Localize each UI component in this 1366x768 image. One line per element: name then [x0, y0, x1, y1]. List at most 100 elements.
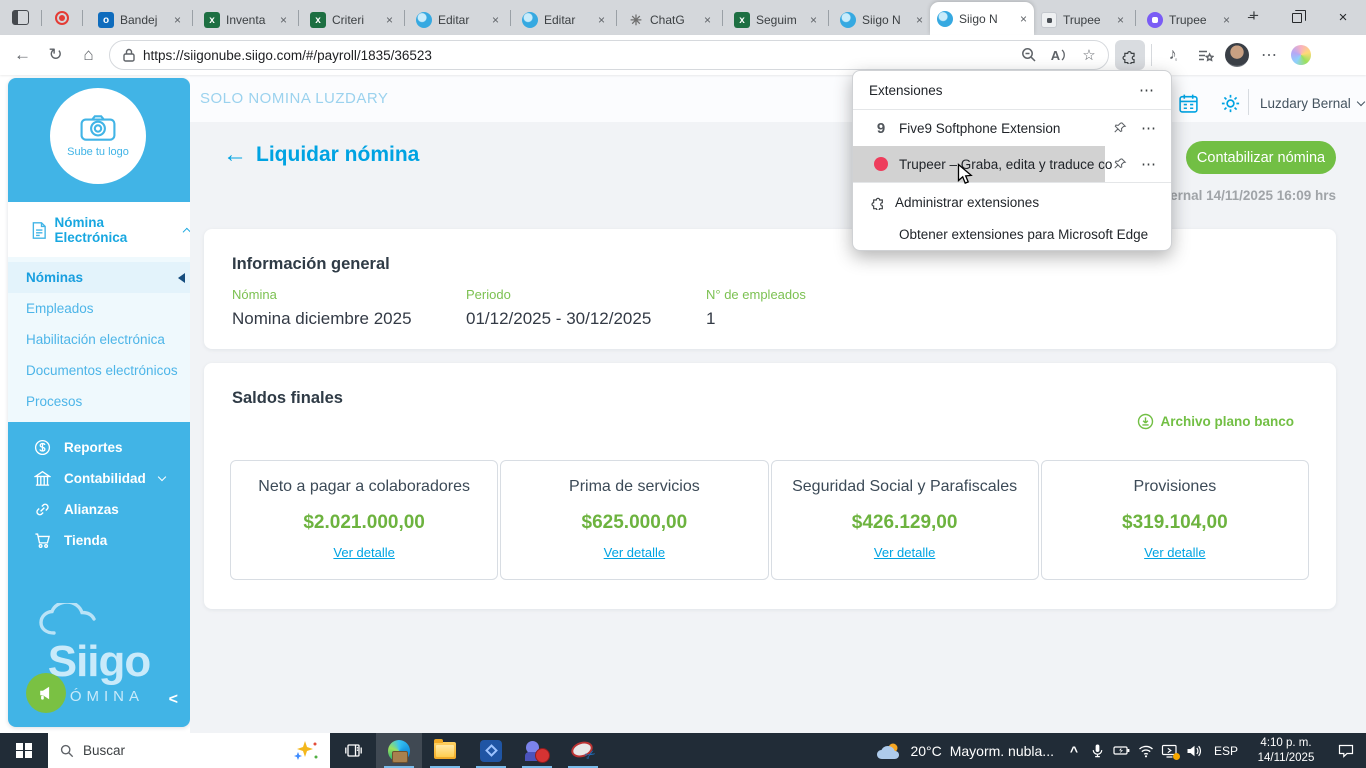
get-extensions[interactable]: Obtener extensiones para Microsoft Edge — [853, 218, 1171, 250]
taskbar-weather[interactable]: 20°C Mayorm. nubla... — [868, 733, 1062, 768]
sidebar-item-alianzas[interactable]: Alianzas — [8, 494, 190, 525]
sidebar-item-reportes[interactable]: Reportes — [8, 432, 190, 463]
collections-icon[interactable] — [1190, 40, 1220, 70]
more-options-icon[interactable]: ⋯ — [1139, 81, 1155, 99]
tab-close-icon[interactable]: × — [386, 14, 393, 26]
notification-center-icon[interactable] — [1326, 743, 1366, 758]
info-card-title: Información general — [232, 255, 390, 273]
copilot-icon[interactable] — [1286, 40, 1316, 70]
extension-item-five9[interactable]: 9 Five9 Softphone Extension ⋯ — [853, 110, 1171, 146]
extension-more-icon[interactable]: ⋯ — [1141, 119, 1157, 137]
refresh-button[interactable]: ↻ — [39, 39, 72, 71]
ver-detalle-link[interactable]: Ver detalle — [874, 545, 935, 560]
cloud-icon — [39, 600, 96, 636]
tab-seguimiento[interactable]: x Seguim × — [727, 5, 824, 35]
taskbar-edge-app[interactable] — [376, 733, 422, 768]
ver-detalle-link[interactable]: Ver detalle — [1144, 545, 1205, 560]
url-text[interactable]: https://siigonube.siigo.com/#/payroll/18… — [143, 48, 1014, 63]
microphone-icon[interactable] — [1086, 733, 1110, 768]
tab-trupeer-2[interactable]: Trupee × — [1140, 5, 1237, 35]
chevron-down-icon — [157, 472, 166, 482]
restore-button[interactable] — [1274, 0, 1320, 35]
sidebar-item-procesos[interactable]: Procesos — [8, 386, 190, 417]
tab-bandeja[interactable]: o Bandej × — [91, 5, 188, 35]
tab-trupeer-1[interactable]: Trupee × — [1034, 5, 1131, 35]
tab-inventario[interactable]: x Inventa × — [197, 5, 294, 35]
back-arrow-icon[interactable]: ← — [223, 143, 247, 167]
bank-file-link[interactable]: Archivo plano banco — [1137, 413, 1294, 430]
tab-editar-2[interactable]: Editar × — [515, 5, 612, 35]
tab-close-icon[interactable]: × — [280, 14, 287, 26]
home-button[interactable]: ⌂ — [72, 39, 105, 71]
workspaces-icon[interactable] — [12, 10, 29, 25]
extension-item-trupeer[interactable]: Trupeer – Graba, edita y traduce co... ⋯ — [853, 146, 1171, 182]
extension-more-icon[interactable]: ⋯ — [1141, 155, 1157, 173]
language-indicator[interactable]: ESP — [1206, 744, 1246, 758]
lock-icon — [123, 48, 135, 62]
contabilizar-button[interactable]: Contabilizar nómina — [1186, 141, 1336, 174]
recording-indicator-icon[interactable] — [55, 10, 69, 25]
sidebar-item-habilitacion[interactable]: Habilitación electrónica — [8, 324, 190, 355]
taskbar-search-input[interactable]: Buscar — [48, 733, 330, 768]
tab-criterios[interactable]: x Criteri × — [303, 5, 400, 35]
zoom-out-icon[interactable] — [1014, 41, 1044, 69]
taskbar-teams-app[interactable] — [514, 733, 560, 768]
siigo-icon — [937, 10, 953, 27]
taskbar-blue-app[interactable] — [468, 733, 514, 768]
upload-logo-button[interactable]: Sube tu logo — [50, 88, 146, 184]
manage-extensions[interactable]: Administrar extensiones — [853, 186, 1171, 218]
tab-close-icon[interactable]: × — [174, 14, 181, 26]
tray-expand-icon[interactable]: ^ — [1062, 733, 1086, 768]
sidebar-item-contabilidad[interactable]: Contabilidad — [8, 463, 190, 494]
taskbar-snip-app[interactable]: ✂ — [560, 733, 606, 768]
media-controls-icon[interactable]: ♪ ◦ — [1158, 40, 1188, 70]
start-button[interactable] — [0, 733, 48, 768]
calendar-icon[interactable] — [1176, 91, 1200, 115]
read-aloud-icon[interactable]: A — [1044, 41, 1074, 69]
sidebar-item-documentos[interactable]: Documentos electrónicos — [8, 355, 190, 386]
ver-detalle-link[interactable]: Ver detalle — [333, 545, 394, 560]
gear-icon[interactable] — [1218, 91, 1242, 115]
favorite-star-icon[interactable]: ☆ — [1074, 41, 1104, 69]
speaker-icon[interactable] — [1182, 733, 1206, 768]
wifi-icon[interactable] — [1134, 733, 1158, 768]
tab-close-icon[interactable]: × — [598, 14, 605, 26]
tab-close-icon[interactable]: × — [492, 14, 499, 26]
tab-close-icon[interactable]: × — [810, 14, 817, 26]
announcements-button[interactable] — [26, 673, 66, 713]
tab-close-icon[interactable]: × — [1020, 13, 1027, 25]
tab-close-icon[interactable]: × — [704, 14, 711, 26]
ver-detalle-link[interactable]: Ver detalle — [604, 545, 665, 560]
minimize-button[interactable]: − — [1228, 0, 1274, 35]
sidebar-item-tienda[interactable]: Tienda — [8, 525, 190, 556]
user-menu[interactable]: Luzdary Bernal — [1260, 96, 1366, 111]
profile-avatar[interactable] — [1222, 40, 1252, 70]
extensions-popup: Extensiones ⋯ 9 Five9 Softphone Extensio… — [852, 70, 1172, 251]
outlook-icon: o — [98, 12, 114, 28]
tab-siigo-1[interactable]: Siigo N × — [833, 5, 930, 35]
tab-editar-1[interactable]: Editar × — [409, 5, 506, 35]
pin-icon[interactable] — [1113, 157, 1127, 171]
taskbar-clock[interactable]: 4:10 p. m. 14/11/2025 — [1246, 736, 1326, 766]
tab-siigo-active[interactable]: Siigo N × — [930, 2, 1034, 35]
pin-icon[interactable] — [1113, 121, 1127, 135]
sidebar-section-nomina-electronica[interactable]: Nómina Electrónica — [8, 215, 190, 245]
task-view-button[interactable] — [330, 733, 376, 768]
sidebar-item-nominas[interactable]: Nóminas — [8, 262, 190, 293]
taskbar-explorer-app[interactable] — [422, 733, 468, 768]
address-bar[interactable]: https://siigonube.siigo.com/#/payroll/18… — [109, 40, 1109, 70]
tab-chatgpt[interactable]: ✳ ChatG × — [621, 5, 718, 35]
sidebar-item-empleados[interactable]: Empleados — [8, 293, 190, 324]
saldo-card-prima: Prima de servicios $625.000,00 Ver detal… — [500, 460, 769, 580]
extensions-button[interactable] — [1115, 40, 1145, 70]
close-button[interactable]: × — [1320, 0, 1366, 35]
settings-more-icon[interactable]: ⋯ — [1254, 40, 1284, 70]
back-button[interactable]: ← — [6, 39, 39, 71]
battery-icon[interactable] — [1110, 733, 1134, 768]
tab-close-icon[interactable]: × — [1117, 14, 1124, 26]
cast-icon[interactable] — [1158, 733, 1182, 768]
chevron-up-icon — [182, 227, 190, 236]
saldo-card-neto: Neto a pagar a colaboradores $2.021.000,… — [230, 460, 499, 580]
tab-close-icon[interactable]: × — [916, 14, 923, 26]
collapse-sidebar-icon[interactable]: < — [169, 691, 178, 709]
